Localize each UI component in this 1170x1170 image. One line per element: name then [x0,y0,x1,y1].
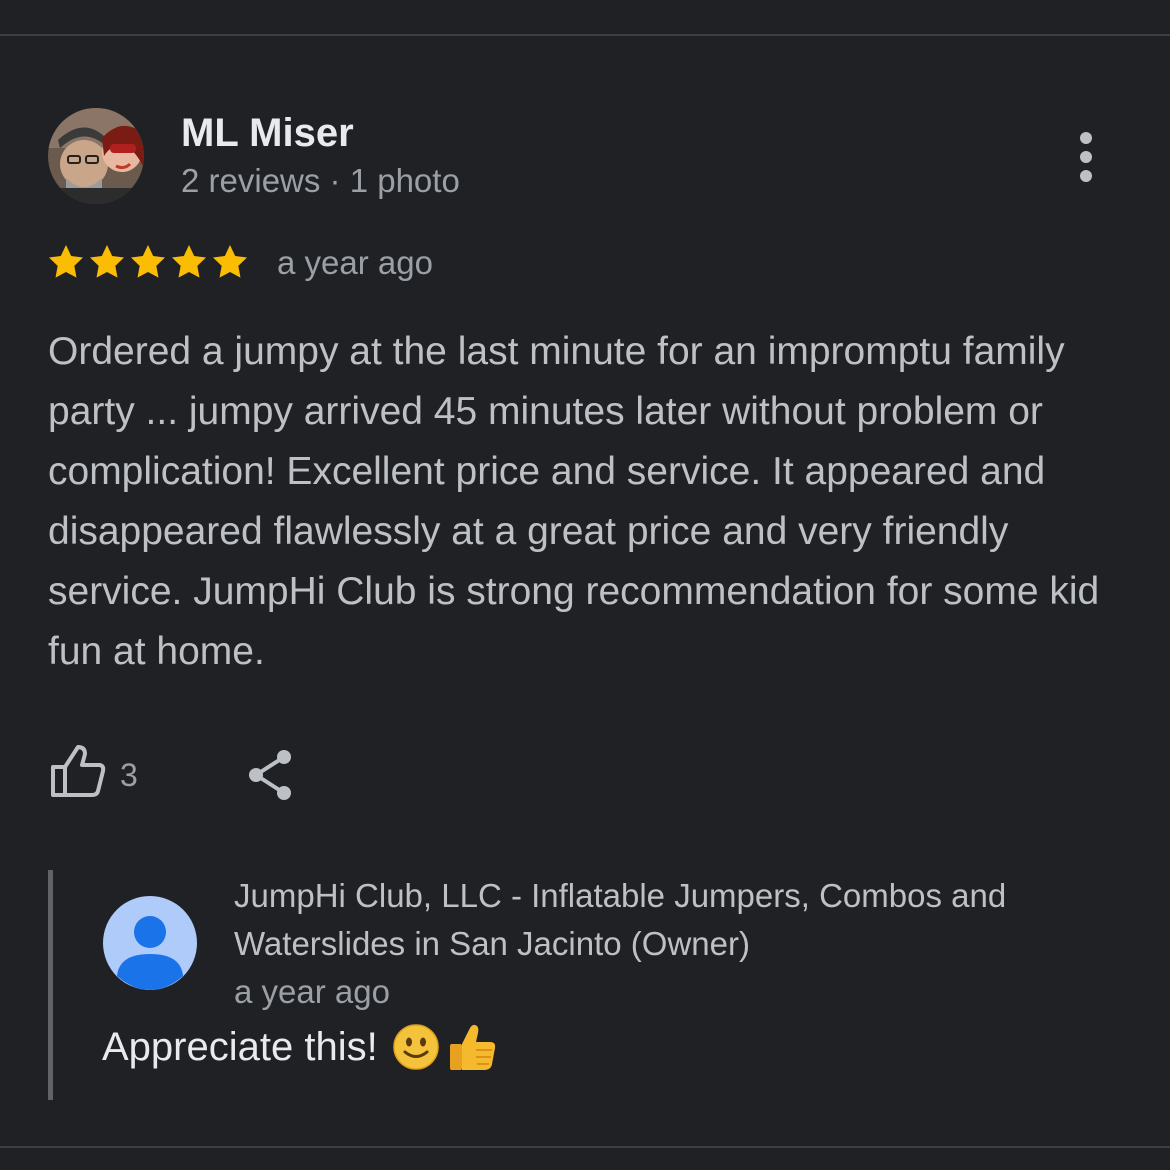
reviewer-meta: 2 reviews · 1 photo [181,162,460,199]
owner-response-message: Appreciate this! [102,1025,378,1069]
star-rating [46,242,251,284]
owner-response-date: a year ago [234,973,390,1010]
review-text: Ordered a jumpy at the last minute for a… [48,330,1100,673]
star-icon [213,245,247,278]
star-icon [172,245,206,278]
star-icon [49,245,83,278]
top-divider [0,34,1170,36]
review-date: a year ago [277,244,433,281]
thumb-up-outline-icon [51,745,106,797]
like-button[interactable]: 3 [48,743,158,803]
owner-response-bar [48,870,53,1100]
owner-response-text: Appreciate this! [102,1020,500,1074]
thumbs-up-icon [449,1024,495,1070]
slightly-smiling-face-icon [392,1024,439,1070]
reviewer-name[interactable]: ML Miser [181,110,354,156]
reviewer-avatar[interactable] [48,108,144,204]
bottom-divider [0,1146,1170,1148]
share-button[interactable] [242,746,298,804]
share-icon [249,750,291,800]
star-icon [131,245,165,278]
like-count: 3 [120,757,138,793]
more-options-button[interactable] [1062,128,1110,186]
owner-avatar [103,896,197,990]
owner-name[interactable]: JumpHi Club, LLC - Inflatable Jumpers, C… [234,872,1134,968]
star-icon [90,245,124,278]
